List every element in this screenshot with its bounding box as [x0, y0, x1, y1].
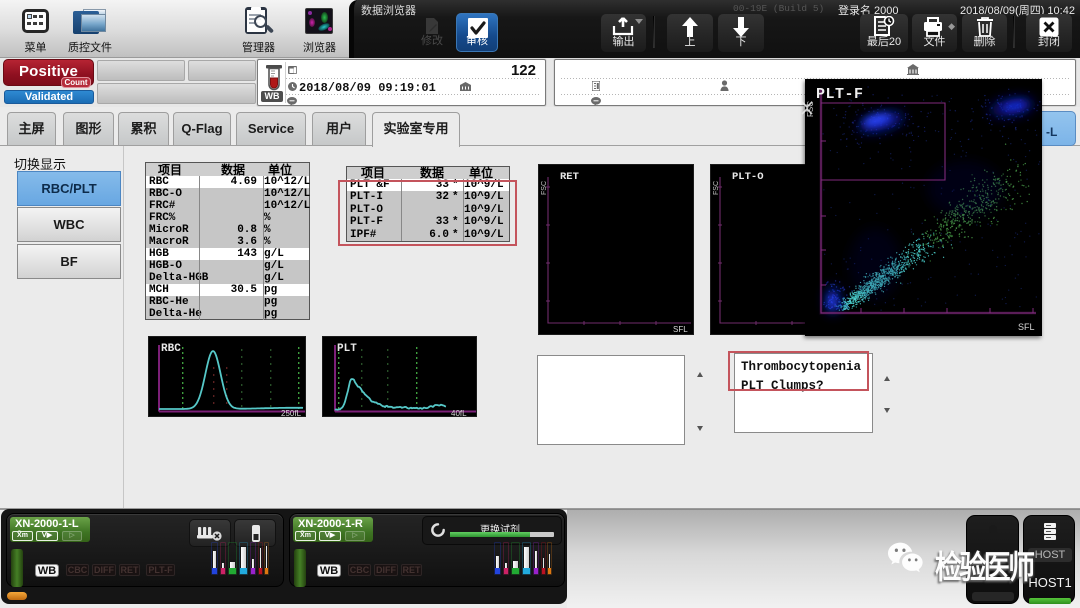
- svg-text:PLT-O: PLT-O: [732, 171, 764, 183]
- svg-text:RET: RET: [560, 171, 579, 183]
- svg-text:SFL: SFL: [1018, 322, 1035, 332]
- svg-text:250fL: 250fL: [281, 409, 302, 418]
- svg-text:PLT-F: PLT-F: [816, 86, 864, 103]
- svg-text:PLT: PLT: [337, 343, 357, 355]
- svg-text:40fL: 40fL: [451, 409, 467, 418]
- svg-text:RBC: RBC: [161, 343, 181, 355]
- svg-text:SFL: SFL: [673, 325, 688, 334]
- svg-text:FSC: FSC: [713, 181, 720, 195]
- svg-text:FSC: FSC: [541, 181, 548, 195]
